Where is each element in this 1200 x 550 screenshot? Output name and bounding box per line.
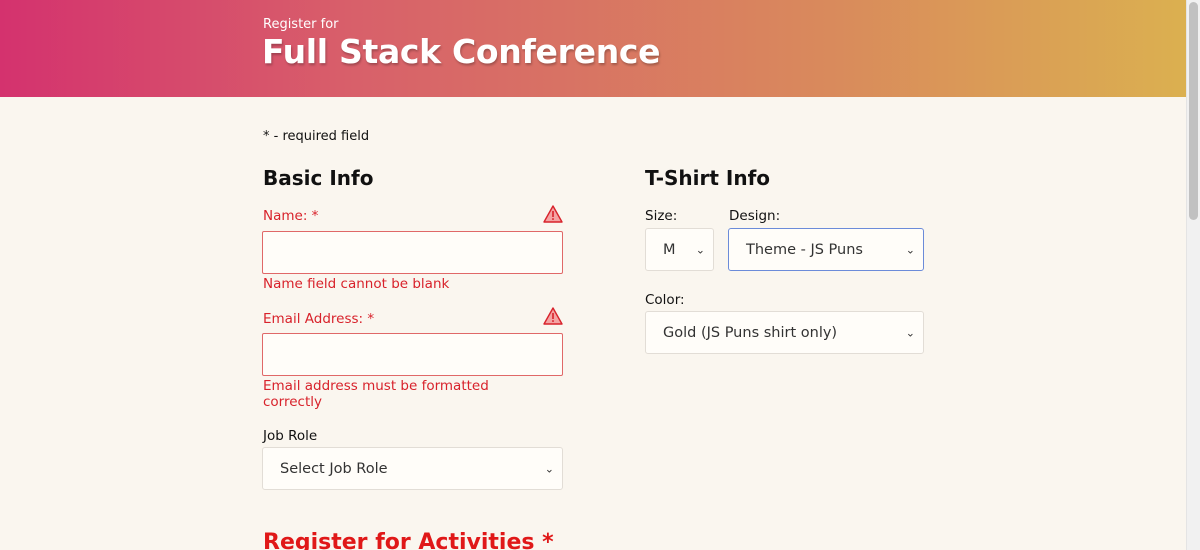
color-select[interactable]: Gold (JS Puns shirt only) ⌄ bbox=[645, 311, 924, 354]
activities-heading: Register for Activities * bbox=[263, 530, 554, 550]
basic-info-heading: Basic Info bbox=[263, 166, 374, 190]
warning-triangle-icon bbox=[543, 307, 563, 325]
color-label: Color: bbox=[645, 292, 685, 308]
email-error-message: Email address must be formatted correctl… bbox=[263, 378, 489, 410]
email-label: Email Address: * bbox=[263, 311, 375, 327]
job-role-select[interactable]: Select Job Role ⌄ bbox=[262, 447, 563, 490]
job-role-selected: Select Job Role bbox=[280, 460, 388, 477]
design-select[interactable]: Theme - JS Puns ⌄ bbox=[728, 228, 924, 271]
page-title: Full Stack Conference bbox=[262, 32, 661, 71]
chevron-down-icon: ⌄ bbox=[905, 326, 915, 339]
size-label: Size: bbox=[645, 208, 678, 224]
page-header: Register for Full Stack Conference bbox=[0, 0, 1186, 97]
scrollbar-thumb[interactable] bbox=[1189, 2, 1198, 220]
header-subtitle: Register for bbox=[263, 17, 339, 32]
vertical-scrollbar[interactable] bbox=[1186, 0, 1200, 550]
chevron-down-icon: ⌄ bbox=[905, 243, 915, 256]
name-error-message: Name field cannot be blank bbox=[263, 276, 450, 292]
warning-triangle-icon bbox=[543, 205, 563, 223]
chevron-down-icon: ⌄ bbox=[544, 462, 554, 475]
chevron-down-icon: ⌄ bbox=[695, 243, 705, 256]
size-selected: M bbox=[663, 241, 676, 258]
name-input[interactable] bbox=[262, 231, 563, 274]
required-field-note: * - required field bbox=[263, 129, 370, 144]
size-select[interactable]: M ⌄ bbox=[645, 228, 714, 271]
design-selected: Theme - JS Puns bbox=[746, 241, 863, 258]
email-input[interactable] bbox=[262, 333, 563, 376]
design-label: Design: bbox=[729, 208, 781, 224]
email-error-line-1: Email address must be formatted bbox=[263, 378, 489, 394]
name-label: Name: * bbox=[263, 208, 319, 224]
job-role-label: Job Role bbox=[263, 428, 318, 444]
tshirt-info-heading: T-Shirt Info bbox=[645, 166, 771, 190]
color-selected: Gold (JS Puns shirt only) bbox=[663, 324, 838, 341]
email-error-line-2: correctly bbox=[263, 394, 323, 410]
